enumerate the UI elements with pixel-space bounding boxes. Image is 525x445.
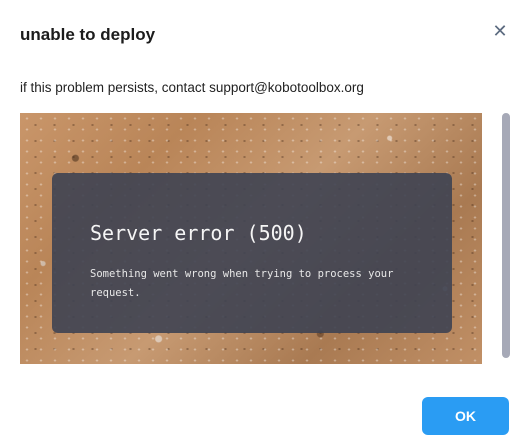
close-icon[interactable]: ✕ — [489, 20, 511, 42]
frame-scrollbar[interactable] — [502, 113, 510, 358]
error-frame: Server error (500) Something went wrong … — [20, 113, 482, 364]
server-error-title: Server error (500) — [90, 221, 307, 245]
dialog-title: unable to deploy — [20, 25, 156, 44]
ok-button[interactable]: OK — [422, 397, 509, 435]
dialog-message: if this problem persists, contact suppor… — [20, 80, 364, 95]
error-dialog: unable to deploy ✕ if this problem persi… — [0, 0, 525, 445]
server-error-card: Server error (500) Something went wrong … — [52, 173, 452, 333]
server-error-detail: Something went wrong when trying to proc… — [90, 268, 394, 299]
